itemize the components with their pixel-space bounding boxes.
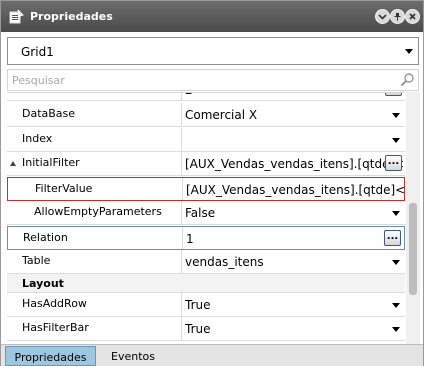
property-grid: 2 ... DataBase Comercial X Index Initial… bbox=[7, 92, 405, 344]
property-row-allowemptyparameters[interactable]: AllowEmptyParameters False bbox=[7, 201, 405, 225]
ellipsis-button[interactable]: ... bbox=[384, 230, 401, 246]
category-row-layout[interactable]: Layout bbox=[7, 274, 405, 293]
property-value: Comercial X bbox=[185, 108, 258, 122]
property-name: InitialFilter bbox=[22, 156, 80, 169]
property-name: AllowEmptyParameters bbox=[34, 205, 162, 218]
search-placeholder: Pesquisar bbox=[12, 74, 65, 87]
properties-icon bbox=[9, 9, 24, 24]
column-separator bbox=[181, 317, 182, 340]
bottom-tab-bar: Propriedades Eventos bbox=[1, 344, 423, 366]
property-row-initialfilter[interactable]: InitialFilter [AUX_Vendas_vendas_itens].… bbox=[7, 152, 405, 176]
tab-propriedades[interactable]: Propriedades bbox=[5, 346, 96, 366]
property-name: HasFilterBar bbox=[22, 321, 89, 334]
property-value: True bbox=[185, 298, 211, 312]
chevron-down-icon[interactable] bbox=[392, 327, 400, 332]
property-row-partial[interactable]: 2 ... bbox=[7, 93, 405, 101]
title-bar: Propriedades bbox=[1, 1, 423, 32]
property-value: 2 bbox=[185, 93, 193, 97]
pin-icon bbox=[394, 13, 401, 21]
column-separator bbox=[181, 128, 182, 151]
property-name: FilterValue bbox=[35, 182, 93, 195]
column-separator bbox=[181, 152, 182, 175]
property-value: False bbox=[185, 206, 216, 220]
category-name: Layout bbox=[22, 277, 64, 290]
column-separator bbox=[182, 227, 183, 249]
property-name: Relation bbox=[23, 231, 68, 244]
property-row-relation[interactable]: Relation 1 ... bbox=[7, 226, 405, 250]
scrollbar-thumb[interactable] bbox=[409, 203, 417, 295]
object-selector-combo[interactable]: Grid1 bbox=[7, 37, 419, 65]
window-title: Propriedades bbox=[30, 10, 113, 23]
ellipsis-button[interactable]: ... bbox=[385, 93, 402, 96]
chevron-down-icon[interactable] bbox=[392, 113, 400, 118]
column-separator bbox=[181, 250, 182, 273]
tab-eventos[interactable]: Eventos bbox=[99, 346, 167, 366]
vertical-scrollbar[interactable] bbox=[406, 92, 420, 344]
property-value: True bbox=[185, 322, 211, 336]
chevron-down-icon[interactable] bbox=[392, 211, 400, 216]
search-input[interactable]: Pesquisar bbox=[7, 69, 419, 91]
chevron-down-icon[interactable] bbox=[392, 303, 400, 308]
property-name: HasAddRow bbox=[22, 297, 87, 310]
column-separator bbox=[182, 178, 183, 200]
column-separator bbox=[181, 103, 182, 126]
chevron-down-icon[interactable] bbox=[392, 260, 400, 265]
property-row-table[interactable]: Table vendas_itens bbox=[7, 250, 405, 274]
property-value: 1 bbox=[186, 232, 194, 246]
close-icon bbox=[409, 13, 416, 20]
dropdown-menu-button[interactable] bbox=[375, 9, 390, 24]
pin-button[interactable] bbox=[390, 9, 405, 24]
column-separator bbox=[181, 201, 182, 224]
property-name: DataBase bbox=[22, 107, 76, 120]
column-separator bbox=[181, 293, 182, 316]
object-selector-value: Grid1 bbox=[21, 45, 54, 59]
properties-window: Propriedades Grid1 Pesquisar 2 ... DataB… bbox=[0, 0, 424, 366]
chevron-down-icon bbox=[378, 14, 387, 20]
collapse-arrow-icon[interactable] bbox=[10, 161, 16, 166]
property-row-hasfilterbar[interactable]: HasFilterBar True bbox=[7, 317, 405, 341]
chevron-down-icon bbox=[405, 49, 413, 54]
property-name: Index bbox=[22, 132, 53, 145]
property-value: vendas_itens bbox=[185, 255, 264, 269]
close-button[interactable] bbox=[405, 9, 420, 24]
property-row-filtervalue[interactable]: FilterValue [AUX_Vendas_vendas_itens].[q… bbox=[7, 177, 405, 201]
search-icon[interactable] bbox=[399, 72, 415, 88]
column-separator bbox=[181, 93, 182, 100]
property-value: [AUX_Vendas_vendas_itens].[qtde]< 2 bbox=[185, 157, 405, 171]
property-row-index[interactable]: Index bbox=[7, 128, 405, 152]
property-row-database[interactable]: DataBase Comercial X bbox=[7, 103, 405, 127]
property-value: [AUX_Vendas_vendas_itens].[qtde]< 2 bbox=[186, 183, 405, 197]
chevron-down-icon[interactable] bbox=[392, 138, 400, 143]
property-row-hasaddrow[interactable]: HasAddRow True bbox=[7, 293, 405, 317]
ellipsis-button[interactable]: ... bbox=[385, 155, 402, 171]
property-name: Table bbox=[22, 254, 51, 267]
